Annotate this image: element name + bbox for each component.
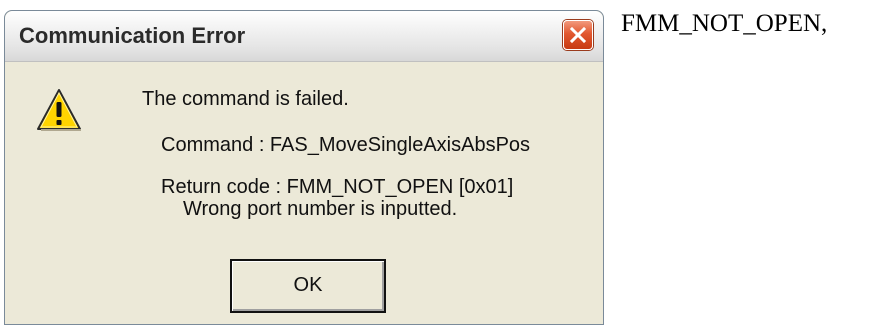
- error-description: Wrong port number is inputted.: [183, 198, 458, 220]
- error-dialog: Communication Error The command is faile…: [4, 10, 604, 325]
- close-button[interactable]: [563, 20, 593, 50]
- warning-icon: [37, 89, 81, 131]
- ok-button[interactable]: OK: [230, 259, 386, 313]
- side-text: FMM_NOT_OPEN,: [621, 10, 828, 37]
- dialog-titlebar[interactable]: Communication Error: [5, 11, 603, 62]
- dialog-title: Communication Error: [19, 23, 246, 48]
- error-message: The command is failed.: [142, 88, 349, 110]
- close-icon: [569, 26, 587, 44]
- return-code-line: Return code : FMM_NOT_OPEN [0x01]: [161, 176, 514, 198]
- command-line: Command : FAS_MoveSingleAxisAbsPos: [161, 134, 531, 156]
